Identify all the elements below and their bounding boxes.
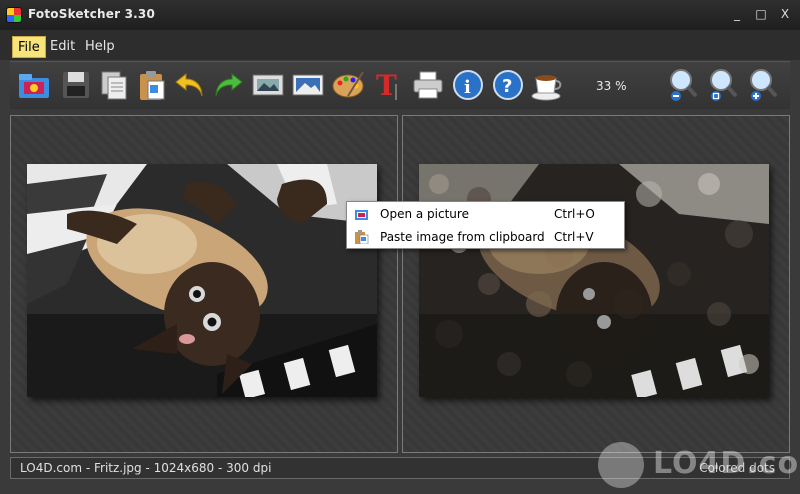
text-icon[interactable]: T [368, 66, 404, 104]
zoom-out-icon[interactable] [666, 66, 702, 104]
title-bar: FotoSketcher 3.30 _ □ X [0, 0, 800, 30]
svg-text:i: i [464, 77, 471, 98]
paste-image-label: Paste image from clipboard [380, 230, 545, 244]
zoom-level: 33 % [596, 79, 627, 93]
menu-edit[interactable]: Edit [45, 36, 80, 58]
original-photo [27, 164, 377, 397]
processed-photo [419, 164, 769, 397]
svg-text:?: ? [502, 76, 512, 97]
close-button[interactable]: X [776, 6, 794, 22]
paste-image-shortcut: Ctrl+V [554, 230, 594, 244]
menu-open-picture[interactable]: Open a picture Ctrl+O [347, 203, 624, 225]
original-image-panel[interactable] [10, 115, 398, 453]
menu-file[interactable]: File [12, 36, 46, 58]
open-picture-icon [355, 210, 368, 220]
paste-icon[interactable] [134, 66, 170, 104]
watermark-logo-icon [598, 442, 644, 488]
info-icon[interactable]: i [450, 66, 486, 104]
app-logo-icon [6, 7, 22, 23]
context-menu: Open a picture Ctrl+O Paste image from c… [346, 201, 625, 249]
toolbar: T i ? 33 % [10, 61, 790, 109]
processed-image-panel[interactable] [402, 115, 790, 453]
landscape-icon[interactable] [290, 66, 326, 104]
file-info: LO4D.com - Fritz.jpg - 1024x680 - 300 dp… [20, 461, 272, 475]
redo-icon[interactable] [210, 66, 246, 104]
paste-image-icon [355, 230, 369, 244]
coffee-icon[interactable] [528, 66, 564, 104]
open-folder-icon[interactable] [16, 66, 52, 104]
menu-paste-image[interactable]: Paste image from clipboard Ctrl+V [347, 226, 624, 248]
window-title: FotoSketcher 3.30 [28, 7, 156, 21]
open-picture-label: Open a picture [380, 207, 469, 221]
help-icon[interactable]: ? [490, 66, 526, 104]
save-icon[interactable] [58, 66, 94, 104]
watermark-text: LO4D.com [653, 446, 800, 481]
watermark: LO4D.com [598, 440, 800, 490]
print-icon[interactable] [410, 66, 446, 104]
palette-icon[interactable] [330, 66, 366, 104]
zoom-in-icon[interactable] [746, 66, 782, 104]
menu-help[interactable]: Help [80, 36, 120, 58]
copy-icon[interactable] [96, 66, 132, 104]
maximize-button[interactable]: □ [752, 6, 770, 22]
filmstrip-icon[interactable] [250, 66, 286, 104]
menu-bar: File Edit Help [0, 30, 800, 60]
minimize-button[interactable]: _ [728, 6, 746, 22]
open-picture-shortcut: Ctrl+O [554, 207, 595, 221]
zoom-fit-icon[interactable] [706, 66, 742, 104]
svg-text:T: T [376, 69, 397, 102]
undo-icon[interactable] [172, 66, 208, 104]
